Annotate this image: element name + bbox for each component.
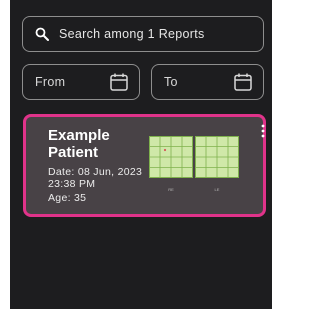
to-label: To (164, 75, 178, 89)
search-input[interactable]: Search among 1 Reports (22, 16, 264, 52)
left-eye-grid-thumbnail (195, 136, 239, 178)
report-card[interactable]: Example Patient Date: 08 Jun, 2023 23:38… (23, 114, 266, 217)
calendar-icon[interactable] (233, 72, 253, 92)
thumbnail-caption-right-eye: RE (168, 187, 174, 192)
more-options-icon[interactable] (261, 124, 265, 138)
search-icon (35, 27, 49, 41)
calendar-icon[interactable] (109, 72, 129, 92)
to-date-field[interactable]: To (151, 64, 264, 100)
search-placeholder: Search among 1 Reports (59, 27, 205, 41)
right-eye-grid-thumbnail (149, 136, 193, 178)
patient-age: Age: 35 (48, 192, 87, 204)
report-date: Date: 08 Jun, 2023 23:38 PM (48, 166, 143, 190)
app-screen: Search among 1 Reports From To Example P… (10, 0, 272, 309)
patient-name: Example Patient (48, 127, 110, 161)
thumbnail-caption-left-eye: LE (214, 187, 220, 192)
from-date-field[interactable]: From (22, 64, 140, 100)
from-label: From (35, 75, 66, 89)
